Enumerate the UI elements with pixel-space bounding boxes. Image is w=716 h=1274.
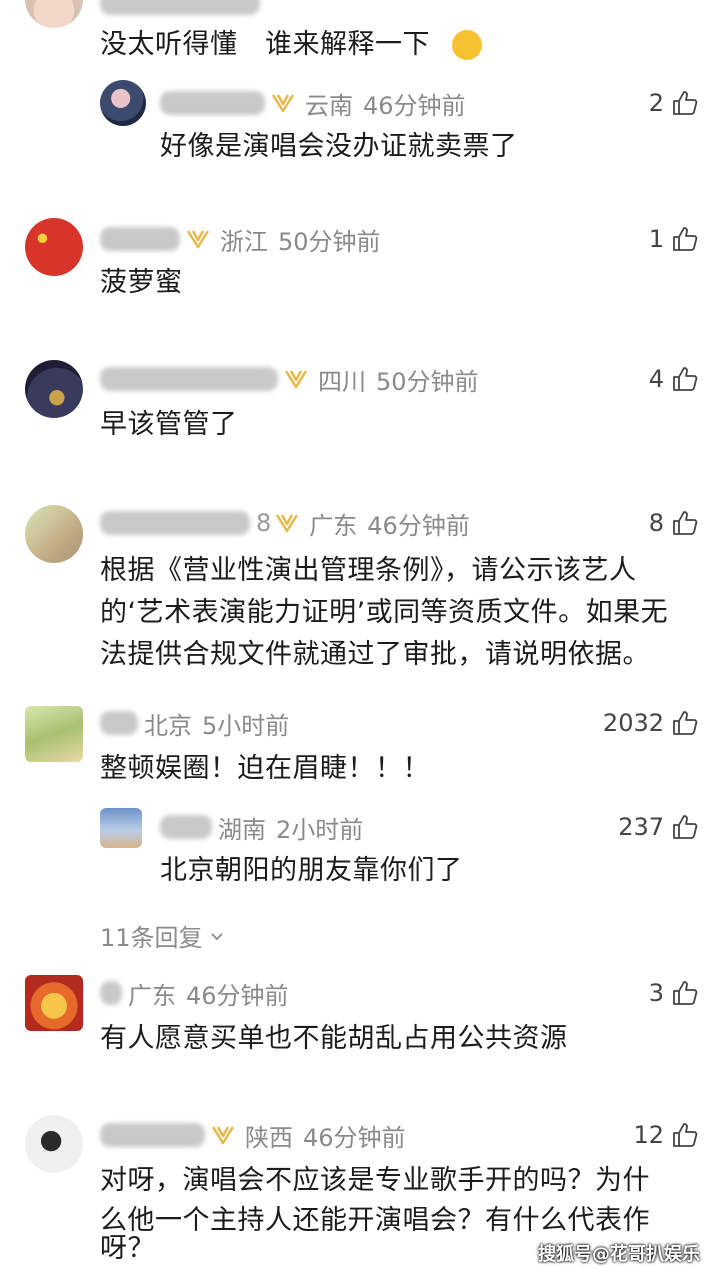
comment-text-line: 法提供合规文件就通过了审批，请说明依据。 [100, 639, 650, 670]
comment-time: 46分钟前 [363, 91, 466, 120]
comment-time: 46分钟前 [303, 1123, 406, 1152]
like-button[interactable]: 3 [649, 976, 698, 1010]
user-name-blurred[interactable] [100, 227, 180, 251]
comment-meta: 8 广东 46分钟前 [100, 506, 470, 540]
like-count: 12 [633, 1121, 664, 1149]
comment-meta: 陕西 46分钟前 [100, 1118, 406, 1152]
comment-text: 菠萝蜜 [100, 267, 183, 298]
avatar[interactable] [25, 218, 83, 276]
comment-location: 北京 [144, 711, 192, 740]
vip-badge-icon [211, 1126, 235, 1145]
comment-text: 没太听得懂 谁来解释一下 [100, 29, 430, 60]
comment-location: 云南 [305, 91, 353, 120]
comment-time: 50分钟前 [278, 227, 381, 256]
comment-meta: 北京 5小时前 [100, 706, 289, 740]
like-button[interactable]: 2 [649, 86, 698, 120]
avatar[interactable] [25, 505, 83, 563]
like-count: 2032 [602, 709, 664, 737]
vip-badge-icon [276, 514, 299, 533]
user-name-blurred[interactable] [100, 1123, 205, 1147]
comment-location: 浙江 [220, 227, 268, 256]
comment-location: 陕西 [245, 1123, 293, 1152]
comment-text: 整顿娱圈！迫在眉睫！！！ [100, 753, 430, 784]
comment-text: 北京朝阳的朋友靠你们了 [160, 855, 463, 886]
comment-text-line: 呀？ [100, 1233, 155, 1264]
like-button[interactable]: 12 [633, 1118, 698, 1152]
like-count: 3 [648, 979, 664, 1007]
comment-meta: 湖南 2小时前 [160, 810, 363, 844]
thumbs-up-icon [673, 227, 698, 251]
like-count: 2 [648, 89, 664, 117]
comment-location: 广东 [128, 981, 176, 1010]
watermark: 搜狐号@花哥扒娱乐 [538, 1244, 700, 1265]
comment-time: 46分钟前 [186, 981, 289, 1010]
thumbs-up-icon [673, 91, 698, 115]
like-button[interactable]: 1 [649, 222, 698, 256]
comment-location: 湖南 [218, 815, 266, 844]
thumbs-up-icon [673, 367, 698, 391]
like-button[interactable]: 8 [649, 506, 698, 540]
like-count: 237 [618, 813, 664, 841]
vip-badge-icon [271, 94, 295, 113]
comment-text-line: 么他一个主持人还能开演唱会？有什么代表作 [100, 1205, 650, 1236]
comment-meta: 四川 50分钟前 [100, 362, 479, 396]
vip-badge-icon [284, 370, 308, 389]
comment-time: 5小时前 [202, 711, 290, 740]
user-name-blurred[interactable] [100, 981, 122, 1005]
like-button[interactable]: 237 [618, 810, 698, 844]
vip-badge-icon [186, 230, 210, 249]
thumbs-up-icon [673, 711, 698, 735]
user-name-blurred[interactable] [100, 367, 278, 391]
comment-meta: 广东 46分钟前 [100, 976, 289, 1010]
avatar[interactable] [25, 360, 83, 418]
avatar[interactable] [25, 975, 83, 1031]
comment-time: 46分钟前 [367, 511, 470, 540]
user-name-fragment: 8 [256, 509, 272, 537]
user-name-blurred[interactable] [160, 91, 265, 115]
comment-time: 2小时前 [276, 815, 364, 844]
avatar[interactable] [25, 706, 83, 762]
like-count: 8 [648, 509, 664, 537]
chevron-down-icon [210, 932, 223, 940]
comment-text-line: 根据《营业性演出管理条例》，请公示该艺人 [100, 555, 637, 586]
user-name-blurred[interactable] [160, 815, 212, 839]
comment-text: 好像是演唱会没办证就卖票了 [160, 131, 518, 162]
comment-location: 四川 [318, 367, 366, 396]
more-replies-label: 11条回复 [100, 924, 203, 952]
avatar[interactable] [100, 80, 146, 126]
comment-text: 有人愿意买单也不能胡乱占用公共资源 [100, 1023, 568, 1054]
comment-meta-cut [100, 0, 266, 20]
user-name-blurred[interactable] [100, 711, 138, 735]
comment-text: 早该管管了 [100, 409, 238, 440]
comment-text-line: 的‘艺术表演能力证明’或同等资质文件。如果无 [100, 597, 669, 628]
like-count: 4 [648, 365, 664, 393]
comment-meta: 浙江 50分钟前 [100, 222, 381, 256]
avatar[interactable] [25, 0, 83, 28]
laughing-emoji-icon [452, 30, 482, 60]
like-button[interactable]: 2032 [603, 706, 698, 740]
comment-time: 50分钟前 [376, 367, 479, 396]
thumbs-up-icon [673, 981, 698, 1005]
comment-meta: 云南 46分钟前 [160, 86, 466, 120]
comment-location: 广东 [309, 511, 358, 540]
thumbs-up-icon [673, 511, 698, 535]
thumbs-up-icon [673, 815, 698, 839]
user-name-blurred[interactable] [100, 511, 250, 535]
more-replies-link[interactable]: 11条回复 [100, 918, 225, 953]
like-button[interactable]: 4 [649, 362, 698, 396]
thumbs-up-icon [673, 1123, 698, 1147]
avatar[interactable] [100, 808, 142, 848]
avatar[interactable] [25, 1115, 83, 1173]
like-count: 1 [648, 225, 664, 253]
